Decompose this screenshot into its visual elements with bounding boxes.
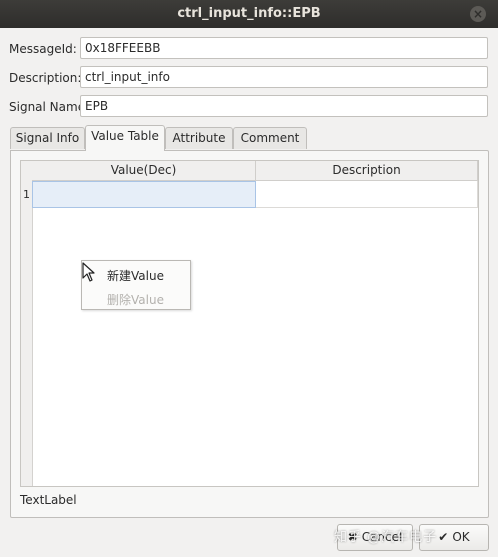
check-icon: ✔ [438,530,449,544]
message-id-label: MessageId: [9,42,77,56]
context-menu: 新建Value 删除Value [81,260,191,310]
signal-name-input[interactable] [80,95,488,117]
cancel-button[interactable]: ✖ Cancel [337,524,413,551]
title-bar: ctrl_input_info::EPB × [0,0,498,28]
row-header [21,161,33,486]
column-header-value[interactable]: Value(Dec) [32,161,256,181]
description-input[interactable] [80,66,488,88]
ok-button-label: OK [452,530,470,544]
value-table-panel: Value(Dec) Description 1 TextLabel [10,150,489,518]
text-label: TextLabel [20,493,77,507]
value-table: Value(Dec) Description 1 [20,160,479,487]
ok-button[interactable]: ✔ OK [419,524,489,551]
window-title: ctrl_input_info::EPB [177,6,321,21]
tab-value-table[interactable]: Value Table [85,125,165,151]
description-label: Description: [9,71,82,85]
column-header-description[interactable]: Description [256,161,478,181]
tab-comment[interactable]: Comment [233,127,307,149]
table-cell-value[interactable] [32,181,256,208]
cancel-icon: ✖ [347,530,358,544]
mouse-cursor-icon [82,262,95,282]
table-cell-description[interactable] [256,181,478,208]
message-id-input[interactable] [80,37,488,59]
row-number[interactable]: 1 [21,182,32,208]
tab-signal-info[interactable]: Signal Info [10,127,85,149]
menu-item-new-value[interactable]: 新建Value [107,267,164,284]
cancel-button-label: Cancel [361,530,403,544]
menu-item-delete-value[interactable]: 删除Value [107,291,164,308]
signal-name-label: Signal Name: [9,100,90,114]
close-icon[interactable]: × [470,6,486,22]
tab-attribute[interactable]: Attribute [165,127,233,149]
